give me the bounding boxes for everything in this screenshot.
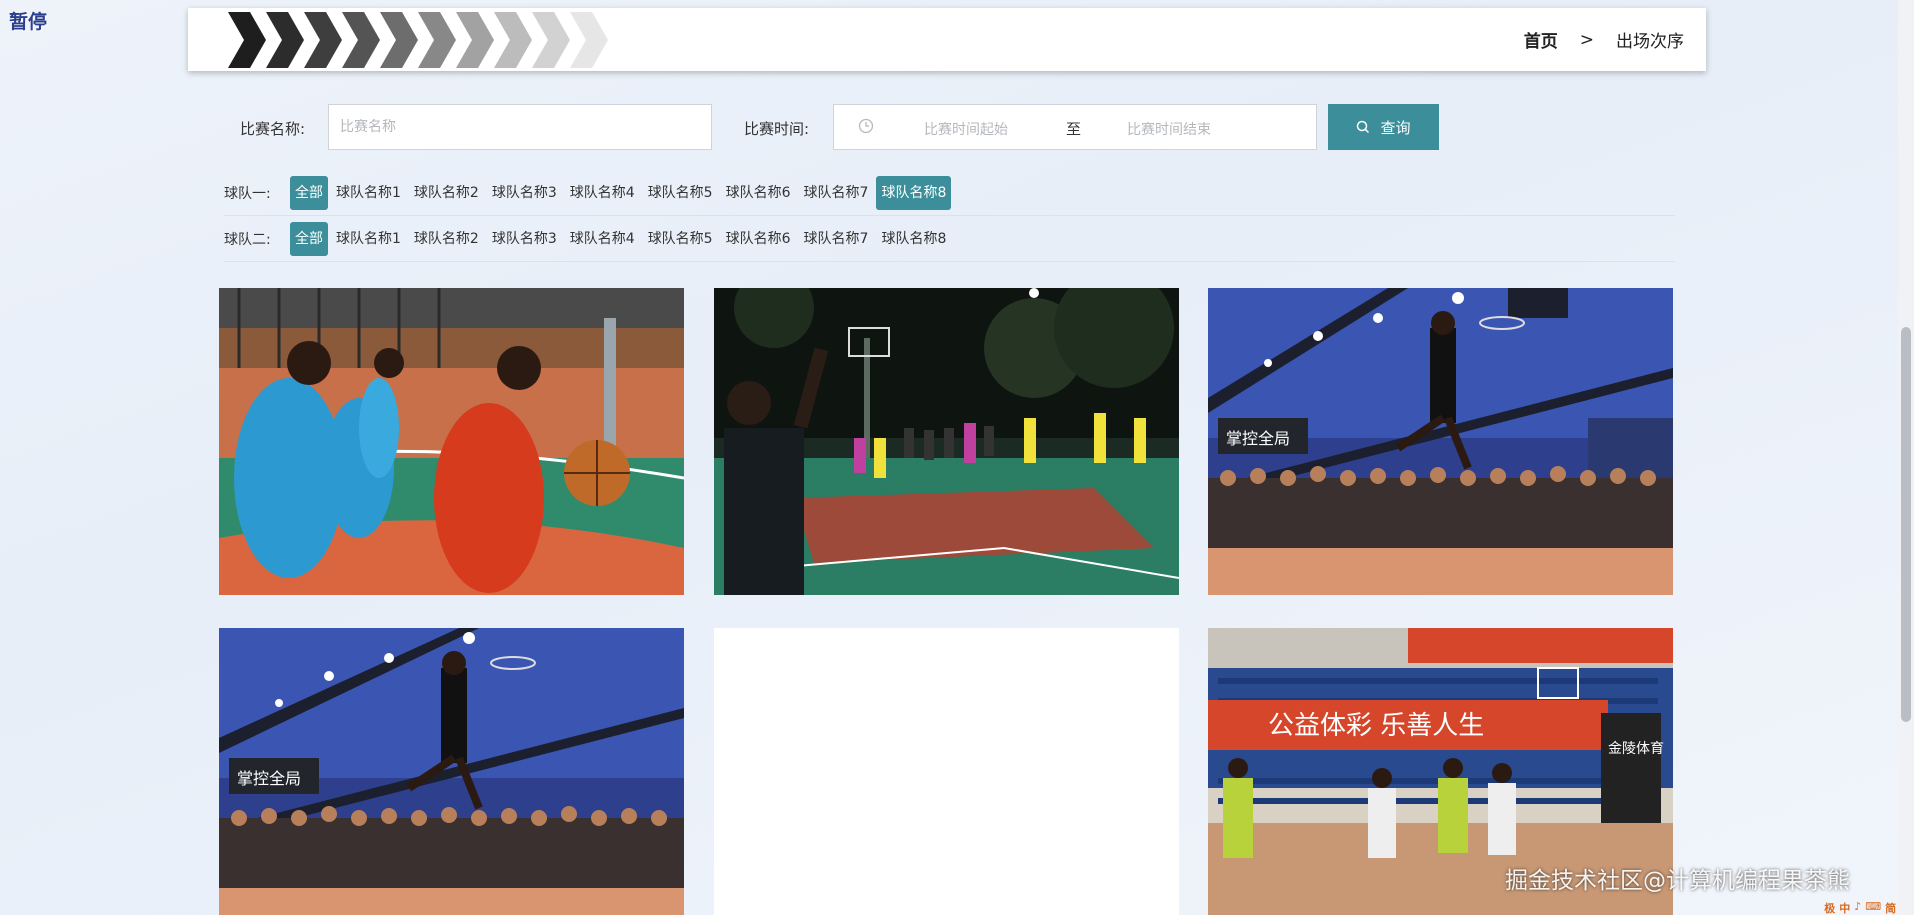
match-name-input[interactable]: 比赛名称 (328, 104, 712, 150)
ime-icon-3[interactable]: ♪ (1854, 900, 1861, 915)
team-two-chip-7[interactable]: 球队名称7 (799, 222, 874, 256)
team-two-label: 球队二: (224, 232, 271, 248)
team-one-chip-5[interactable]: 球队名称5 (643, 176, 718, 210)
team-two-chip-3[interactable]: 球队名称3 (487, 222, 562, 256)
team-two-chip-all[interactable]: 全部 (290, 222, 328, 256)
team-one-chip-2[interactable]: 球队名称2 (409, 176, 484, 210)
team-one-filter: 球队一: 全部 球队名称1 球队名称2 球队名称3 球队名称4 球队名称5 球队… (224, 171, 1675, 216)
team-two-chip-8[interactable]: 球队名称8 (876, 222, 951, 256)
arena-side-text: 金陵体育 (1608, 741, 1664, 757)
team-two-chip-5[interactable]: 球队名称5 (643, 222, 718, 256)
team-one-chip-3[interactable]: 球队名称3 (487, 176, 562, 210)
team-one-chip-1[interactable]: 球队名称1 (331, 176, 406, 210)
match-time-range-picker[interactable]: 比赛时间起始 至 比赛时间结束 (833, 104, 1317, 150)
ime-icon-2[interactable]: 中 (1839, 900, 1850, 915)
match-card-4[interactable]: 掌控全局 (219, 628, 684, 915)
ime-toolbar[interactable]: 极 中 ♪ ⌨ 简 ⚙ (1724, 900, 1914, 915)
ime-icon-5[interactable]: 简 (1885, 900, 1896, 915)
search-bar: 比赛名称: 比赛名称 比赛时间: 比赛时间起始 至 比赛时间结束 查询 (0, 104, 1914, 150)
team-two-chip-6[interactable]: 球队名称6 (721, 222, 796, 256)
match-card-5[interactable] (714, 628, 1179, 915)
breadcrumb: 首页 > 出场次序 (1524, 8, 1684, 71)
breadcrumb-home-link[interactable]: 首页 (1524, 27, 1558, 52)
time-end-input[interactable]: 比赛时间结束 (1127, 119, 1211, 139)
search-icon (1357, 120, 1370, 134)
time-range-separator: 至 (1066, 120, 1082, 138)
match-photo-night-court (714, 288, 1179, 595)
query-button[interactable]: 查询 (1328, 104, 1439, 150)
footer-watermark: 掘金技术社区@计算机编程果茶熊 (1505, 868, 1850, 894)
team-two-chip-1[interactable]: 球队名称1 (331, 222, 406, 256)
court-ad-text-2: 掌控全局 (237, 769, 301, 788)
breadcrumb-separator: > (1579, 29, 1594, 50)
chevron-decoration (228, 12, 608, 68)
match-card-1[interactable] (219, 288, 684, 595)
match-card-3[interactable]: 掌控全局 (1208, 288, 1673, 595)
pause-label[interactable]: 暂停 (9, 7, 47, 34)
team-one-chip-8[interactable]: 球队名称8 (876, 176, 952, 210)
match-photo-dunk-2: 掌控全局 (219, 628, 684, 915)
time-start-input[interactable]: 比赛时间起始 (924, 119, 1008, 139)
ime-icon-1[interactable]: 极 (1824, 900, 1835, 915)
arena-banner-text: 公益体彩 乐善人生 (1268, 711, 1484, 741)
breadcrumb-current: 出场次序 (1616, 32, 1684, 52)
team-one-chip-7[interactable]: 球队名称7 (799, 176, 874, 210)
court-ad-text: 掌控全局 (1226, 429, 1290, 448)
team-one-label: 球队一: (224, 186, 271, 202)
clock-icon (858, 118, 874, 134)
page-scrollbar[interactable] (1898, 0, 1914, 915)
page-header: 首页 > 出场次序 (188, 8, 1706, 71)
query-button-label: 查询 (1380, 118, 1411, 137)
match-name-label: 比赛名称: (240, 120, 306, 138)
ime-icon-4[interactable]: ⌨ (1865, 900, 1881, 915)
match-photo-dunk: 掌控全局 (1208, 288, 1673, 595)
team-one-chip-4[interactable]: 球队名称4 (565, 176, 640, 210)
match-photo-outdoor (219, 288, 684, 595)
match-time-label: 比赛时间: (744, 120, 810, 138)
team-two-chip-2[interactable]: 球队名称2 (409, 222, 484, 256)
match-card-2[interactable] (714, 288, 1179, 595)
team-one-chip-all[interactable]: 全部 (290, 176, 328, 210)
team-two-chip-4[interactable]: 球队名称4 (565, 222, 640, 256)
image-placeholder (714, 628, 1179, 915)
team-two-filter: 球队二: 全部 球队名称1 球队名称2 球队名称3 球队名称4 球队名称5 球队… (224, 217, 1675, 262)
scrollbar-thumb[interactable] (1901, 327, 1911, 722)
team-one-chip-6[interactable]: 球队名称6 (721, 176, 796, 210)
